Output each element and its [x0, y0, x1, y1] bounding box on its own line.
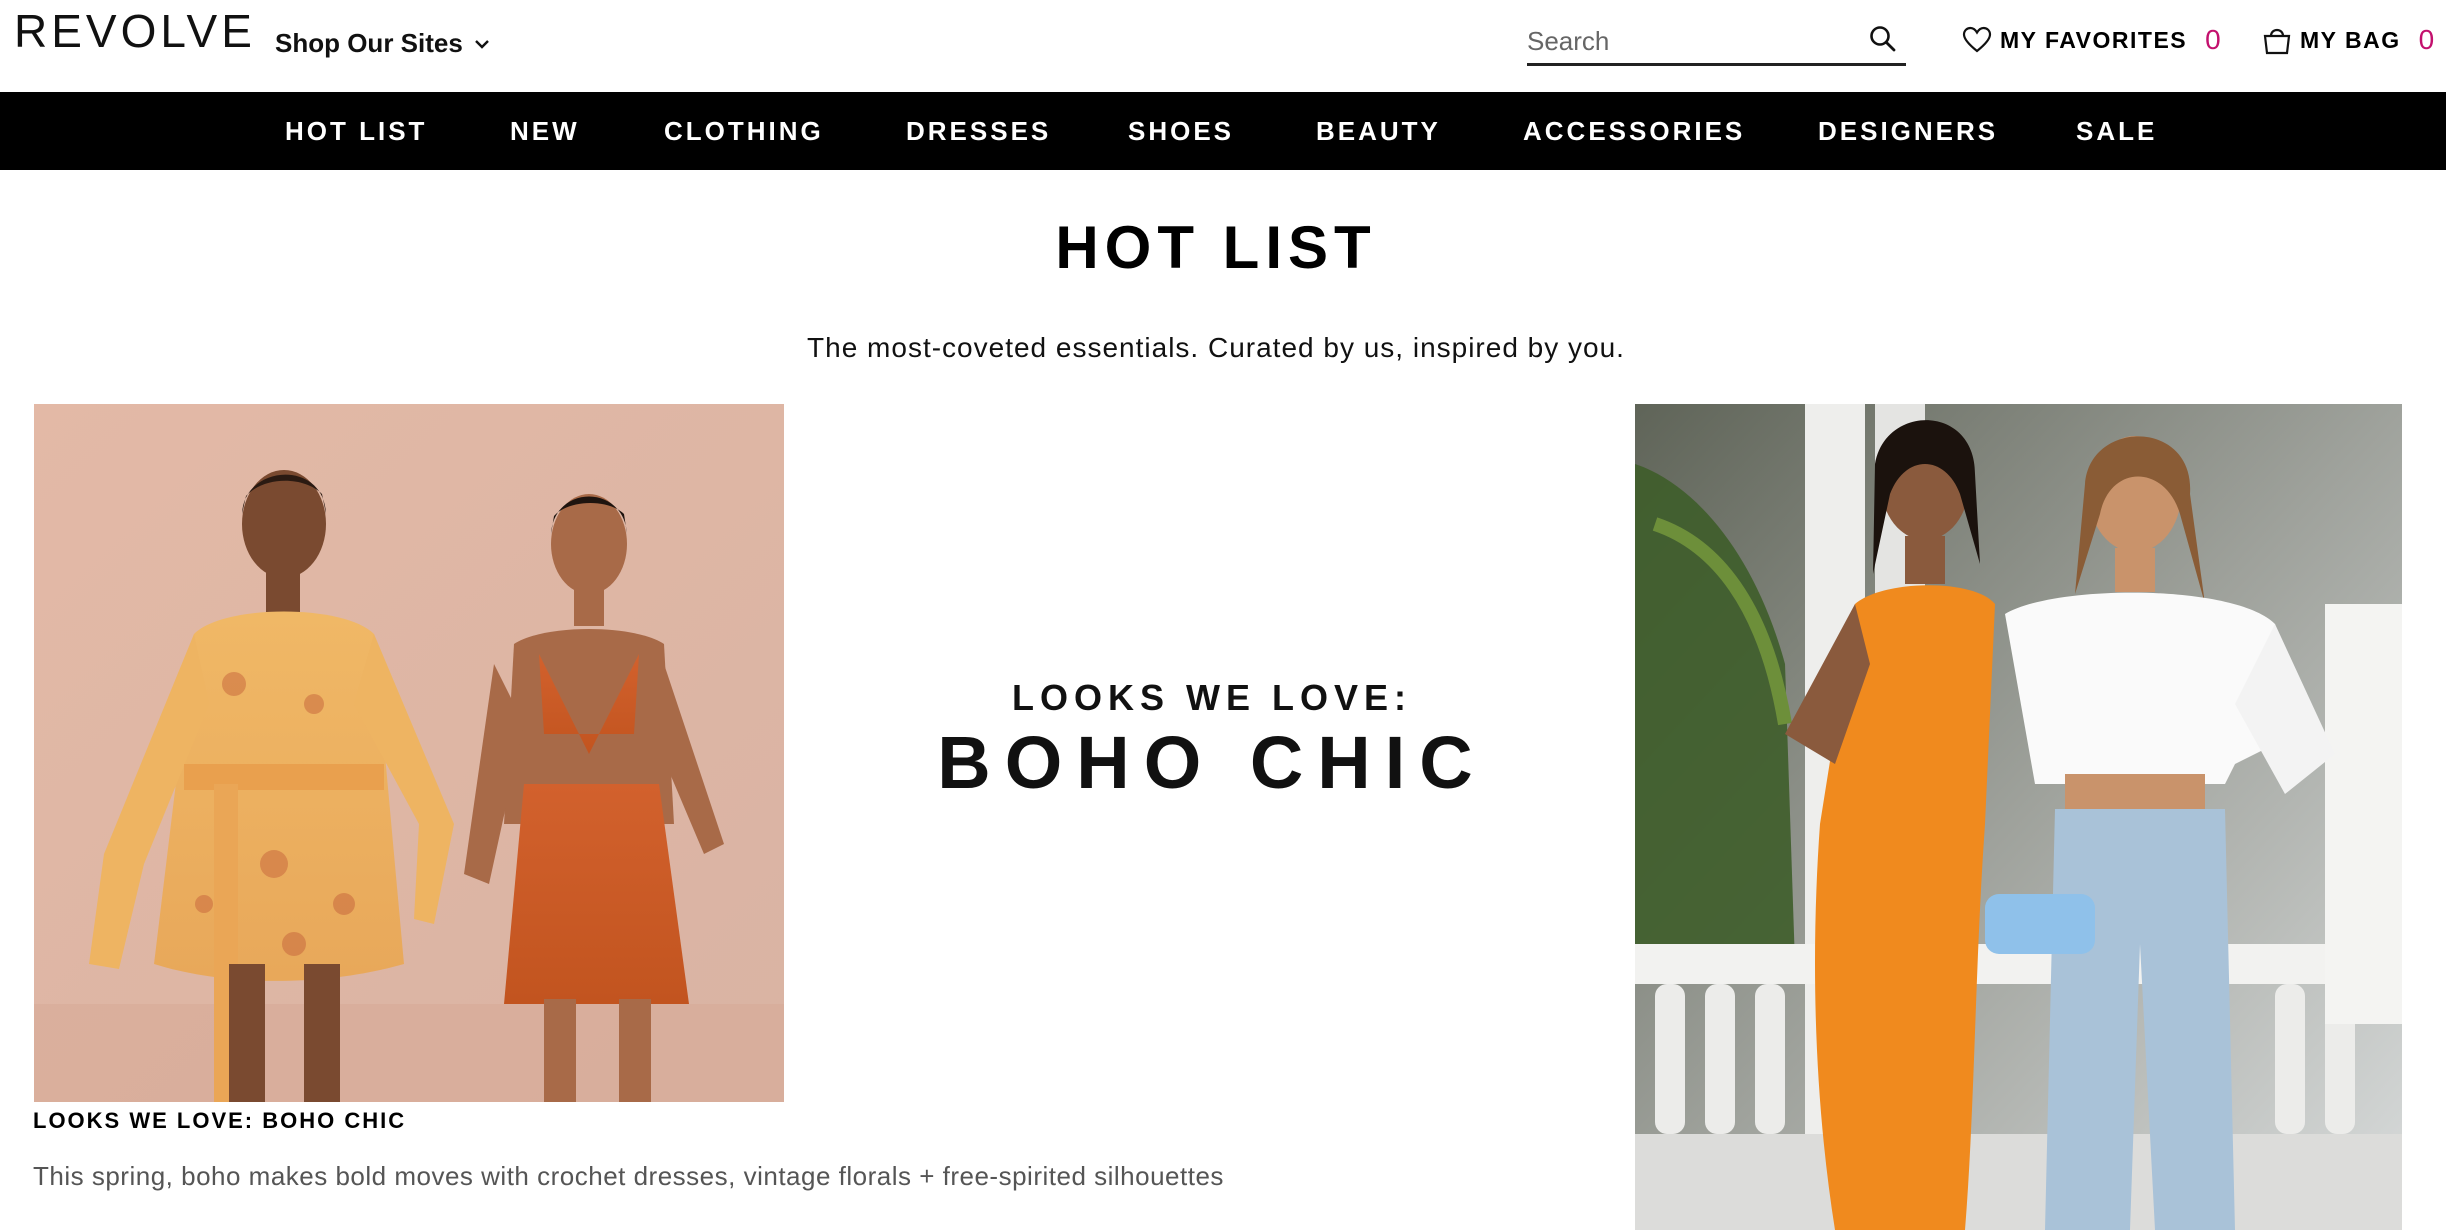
nav-item-sale[interactable]: SALE — [2076, 92, 2157, 170]
shop-our-sites-dropdown[interactable]: Shop Our Sites — [275, 28, 491, 59]
heart-icon — [1962, 26, 1992, 53]
boho-chic-hero-image[interactable] — [34, 404, 784, 1102]
site-header: REVOLVE Shop Our Sites MY FAVORITES 0 MY… — [0, 0, 2446, 92]
nav-item-clothing[interactable]: CLOTHING — [664, 92, 824, 170]
bag-count: 0 — [2418, 24, 2436, 55]
search-input[interactable] — [1527, 26, 1847, 57]
my-bag-link[interactable]: MY BAG 0 — [2262, 24, 2436, 56]
shop-our-sites-label: Shop Our Sites — [275, 28, 463, 58]
story-description: This spring, boho makes bold moves with … — [33, 1161, 1224, 1191]
featured-looks-image[interactable] — [1635, 404, 2402, 1230]
search-bar — [1527, 20, 1906, 66]
nav-item-accessories[interactable]: ACCESSORIES — [1523, 92, 1745, 170]
nav-item-designers[interactable]: DESIGNERS — [1818, 92, 1998, 170]
my-bag-label: MY BAG — [2300, 26, 2401, 53]
search-icon[interactable] — [1868, 24, 1898, 54]
nav-item-dresses[interactable]: DRESSES — [906, 92, 1051, 170]
page-subtitle: The most-coveted essentials. Curated by … — [807, 332, 1625, 363]
nav-item-hot-list[interactable]: HOT LIST — [285, 92, 427, 170]
promo-headline[interactable]: BOHO CHIC — [830, 726, 1594, 800]
page-title: HOT LIST — [1055, 214, 1377, 281]
promo-eyebrow: LOOKS WE LOVE: — [1011, 677, 1412, 718]
main-nav: HOT LIST NEW CLOTHING DRESSES SHOES BEAU… — [0, 92, 2446, 170]
nav-item-beauty[interactable]: BEAUTY — [1316, 92, 1441, 170]
my-favorites-label: MY FAVORITES — [2000, 26, 2188, 53]
my-favorites-link[interactable]: MY FAVORITES 0 — [1962, 24, 2222, 56]
chevron-down-icon — [474, 39, 489, 49]
nav-item-new[interactable]: NEW — [510, 92, 580, 170]
favorites-count: 0 — [2205, 24, 2223, 55]
revolve-logo[interactable]: REVOLVE — [14, 8, 256, 54]
story-title[interactable]: LOOKS WE LOVE: BOHO CHIC — [33, 1108, 406, 1134]
nav-item-shoes[interactable]: SHOES — [1128, 92, 1234, 170]
shopping-bag-icon — [2263, 28, 2291, 55]
